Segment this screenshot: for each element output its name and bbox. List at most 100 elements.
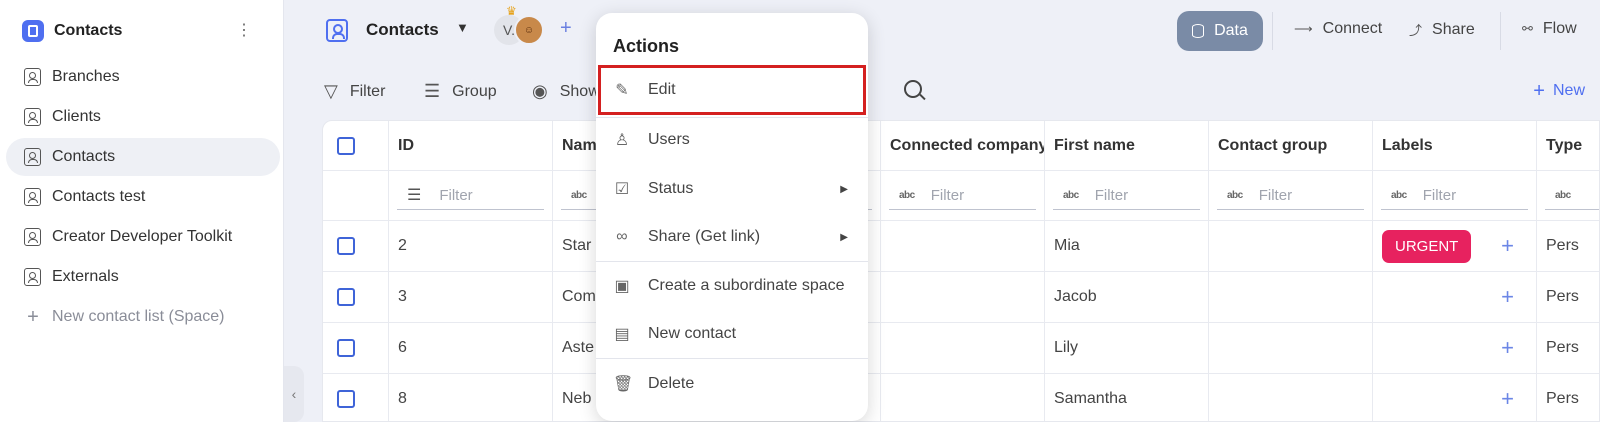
document-icon: ▤ xyxy=(614,326,630,343)
menu-divider xyxy=(596,358,868,359)
filter-cell xyxy=(323,171,388,221)
sidebar-item-branches[interactable]: Branches xyxy=(6,58,280,96)
menu-item-delete[interactable]: 🗑 Delete xyxy=(596,361,868,407)
new-space-button[interactable]: + New contact list (Space) xyxy=(6,298,280,336)
menu-item-label: Status xyxy=(648,180,694,197)
filter-input[interactable]: abc xyxy=(1545,182,1599,210)
menu-item-edit[interactable]: ✎ Edit xyxy=(598,65,866,115)
group-label: Group xyxy=(452,82,497,100)
share-button[interactable]: ⤴ Share xyxy=(1409,20,1475,39)
contact-card-icon xyxy=(24,268,41,286)
flow-icon: ⚯ xyxy=(1522,21,1533,36)
flow-button[interactable]: ⚯ Flow xyxy=(1522,20,1577,38)
avatar-photo[interactable]: ☺ xyxy=(514,15,544,45)
sidebar-collapse-handle[interactable]: ‹ xyxy=(284,366,304,422)
add-label-icon[interactable]: + xyxy=(1501,337,1514,359)
eye-icon: ◉ xyxy=(532,81,548,101)
first-name-column: First name abc Filter Mia Jacob Lily Sama… xyxy=(1045,121,1209,421)
flow-label: Flow xyxy=(1542,20,1577,37)
id-cell[interactable]: 2 xyxy=(389,221,552,272)
menu-item-create-subordinate-space[interactable]: ▣ Create a subordinate space xyxy=(596,263,868,309)
column-header-id[interactable]: ID xyxy=(389,121,552,171)
filter-button[interactable]: ▽ Filter xyxy=(324,81,385,102)
caret-down-icon[interactable]: ▼ xyxy=(456,20,469,35)
column-header-labels[interactable]: Labels xyxy=(1373,121,1536,171)
sidebar-item-externals[interactable]: Externals xyxy=(6,258,280,296)
company-cell[interactable] xyxy=(881,374,1044,421)
sidebar-item-label: Contacts xyxy=(52,148,116,165)
filter-input[interactable]: abc Filter xyxy=(1381,182,1528,210)
row-checkbox[interactable] xyxy=(337,390,355,408)
contact-group-cell[interactable] xyxy=(1209,374,1372,421)
contact-group-cell[interactable] xyxy=(1209,323,1372,374)
data-button[interactable]: Data xyxy=(1177,11,1263,51)
type-cell[interactable]: Pers xyxy=(1537,323,1599,374)
filter-placeholder: Filter xyxy=(439,186,473,204)
first-name-cell[interactable]: Lily xyxy=(1045,323,1208,374)
select-all-checkbox[interactable] xyxy=(337,136,355,155)
user-icon: ♙ xyxy=(614,132,630,149)
column-header-type[interactable]: Type xyxy=(1537,121,1599,171)
add-label-icon[interactable]: + xyxy=(1501,388,1514,410)
divider xyxy=(1500,12,1501,50)
menu-item-status[interactable]: ☑ Status ▶ xyxy=(596,166,868,212)
menu-item-label: Users xyxy=(648,131,690,148)
sidebar-item-label: Externals xyxy=(52,268,119,285)
menu-item-label: Share (Get link) xyxy=(648,228,761,245)
filter-input[interactable]: abc Filter xyxy=(1053,182,1200,210)
labels-cell: URGENT + xyxy=(1373,221,1536,272)
filter-input[interactable]: ☰ Filter xyxy=(397,182,544,210)
labels-cell: + xyxy=(1373,374,1536,421)
show-button[interactable]: ◉ Show xyxy=(532,81,600,102)
type-cell[interactable]: Pers xyxy=(1537,374,1599,421)
id-cell[interactable]: 8 xyxy=(389,374,552,421)
add-label-icon[interactable]: + xyxy=(1501,286,1514,308)
page-title[interactable]: Contacts xyxy=(366,20,439,40)
share-label: Share xyxy=(1432,20,1475,38)
filter-input[interactable]: abc Filter xyxy=(1217,182,1364,210)
connect-button[interactable]: ⟶ Connect xyxy=(1294,20,1382,38)
add-member-icon[interactable]: + xyxy=(560,17,572,40)
menu-item-new-contact[interactable]: ▤ New contact xyxy=(596,311,868,357)
sidebar-item-creator-developer-toolkit[interactable]: Creator Developer Toolkit xyxy=(6,218,280,256)
urgent-label-badge[interactable]: URGENT xyxy=(1382,229,1472,263)
column-header-first-name[interactable]: First name xyxy=(1045,121,1208,171)
menu-item-users[interactable]: ♙ Users xyxy=(596,117,868,163)
filter-placeholder: Filter xyxy=(930,186,965,204)
first-name-cell[interactable]: Jacob xyxy=(1045,272,1208,323)
funnel-icon: ▽ xyxy=(324,81,338,101)
id-cell[interactable]: 3 xyxy=(389,272,552,323)
sidebar-item-contacts[interactable]: Contacts xyxy=(6,138,280,176)
group-button[interactable]: ☰ Group xyxy=(424,81,497,102)
filter-label: Filter xyxy=(349,82,386,100)
contact-card-icon xyxy=(24,108,41,126)
menu-item-label: New contact xyxy=(648,325,737,342)
add-label-icon[interactable]: + xyxy=(1501,235,1514,257)
sidebar-item-clients[interactable]: Clients xyxy=(6,98,280,136)
menu-item-share-link[interactable]: ∞ Share (Get link) ▶ xyxy=(596,214,868,260)
company-cell[interactable] xyxy=(881,221,1044,272)
plus-icon: + xyxy=(27,306,39,328)
row-checkbox[interactable] xyxy=(337,339,355,357)
contact-group-cell[interactable] xyxy=(1209,272,1372,323)
column-header-connected-company[interactable]: Connected company xyxy=(881,121,1044,171)
row-checkbox[interactable] xyxy=(337,288,355,306)
new-record-button[interactable]: + New xyxy=(1533,81,1585,101)
company-cell[interactable] xyxy=(881,272,1044,323)
filter-placeholder: Filter xyxy=(1258,186,1293,204)
filter-input[interactable]: abc Filter xyxy=(889,182,1036,210)
type-cell[interactable]: Pers xyxy=(1537,272,1599,323)
tree-icon: ☰ xyxy=(424,81,441,101)
column-header-contact-group[interactable]: Contact group xyxy=(1209,121,1372,171)
text-type-icon: abc xyxy=(1063,189,1079,201)
id-cell[interactable]: 6 xyxy=(389,323,552,374)
more-vertical-icon[interactable]: ⋮ xyxy=(236,19,252,43)
search-icon[interactable] xyxy=(904,80,922,98)
sidebar-item-contacts-test[interactable]: Contacts test xyxy=(6,178,280,216)
type-cell[interactable]: Pers xyxy=(1537,221,1599,272)
contact-group-cell[interactable] xyxy=(1209,221,1372,272)
row-checkbox[interactable] xyxy=(337,237,355,255)
first-name-cell[interactable]: Samantha xyxy=(1045,374,1208,421)
company-cell[interactable] xyxy=(881,323,1044,374)
first-name-cell[interactable]: Mia xyxy=(1045,221,1208,272)
